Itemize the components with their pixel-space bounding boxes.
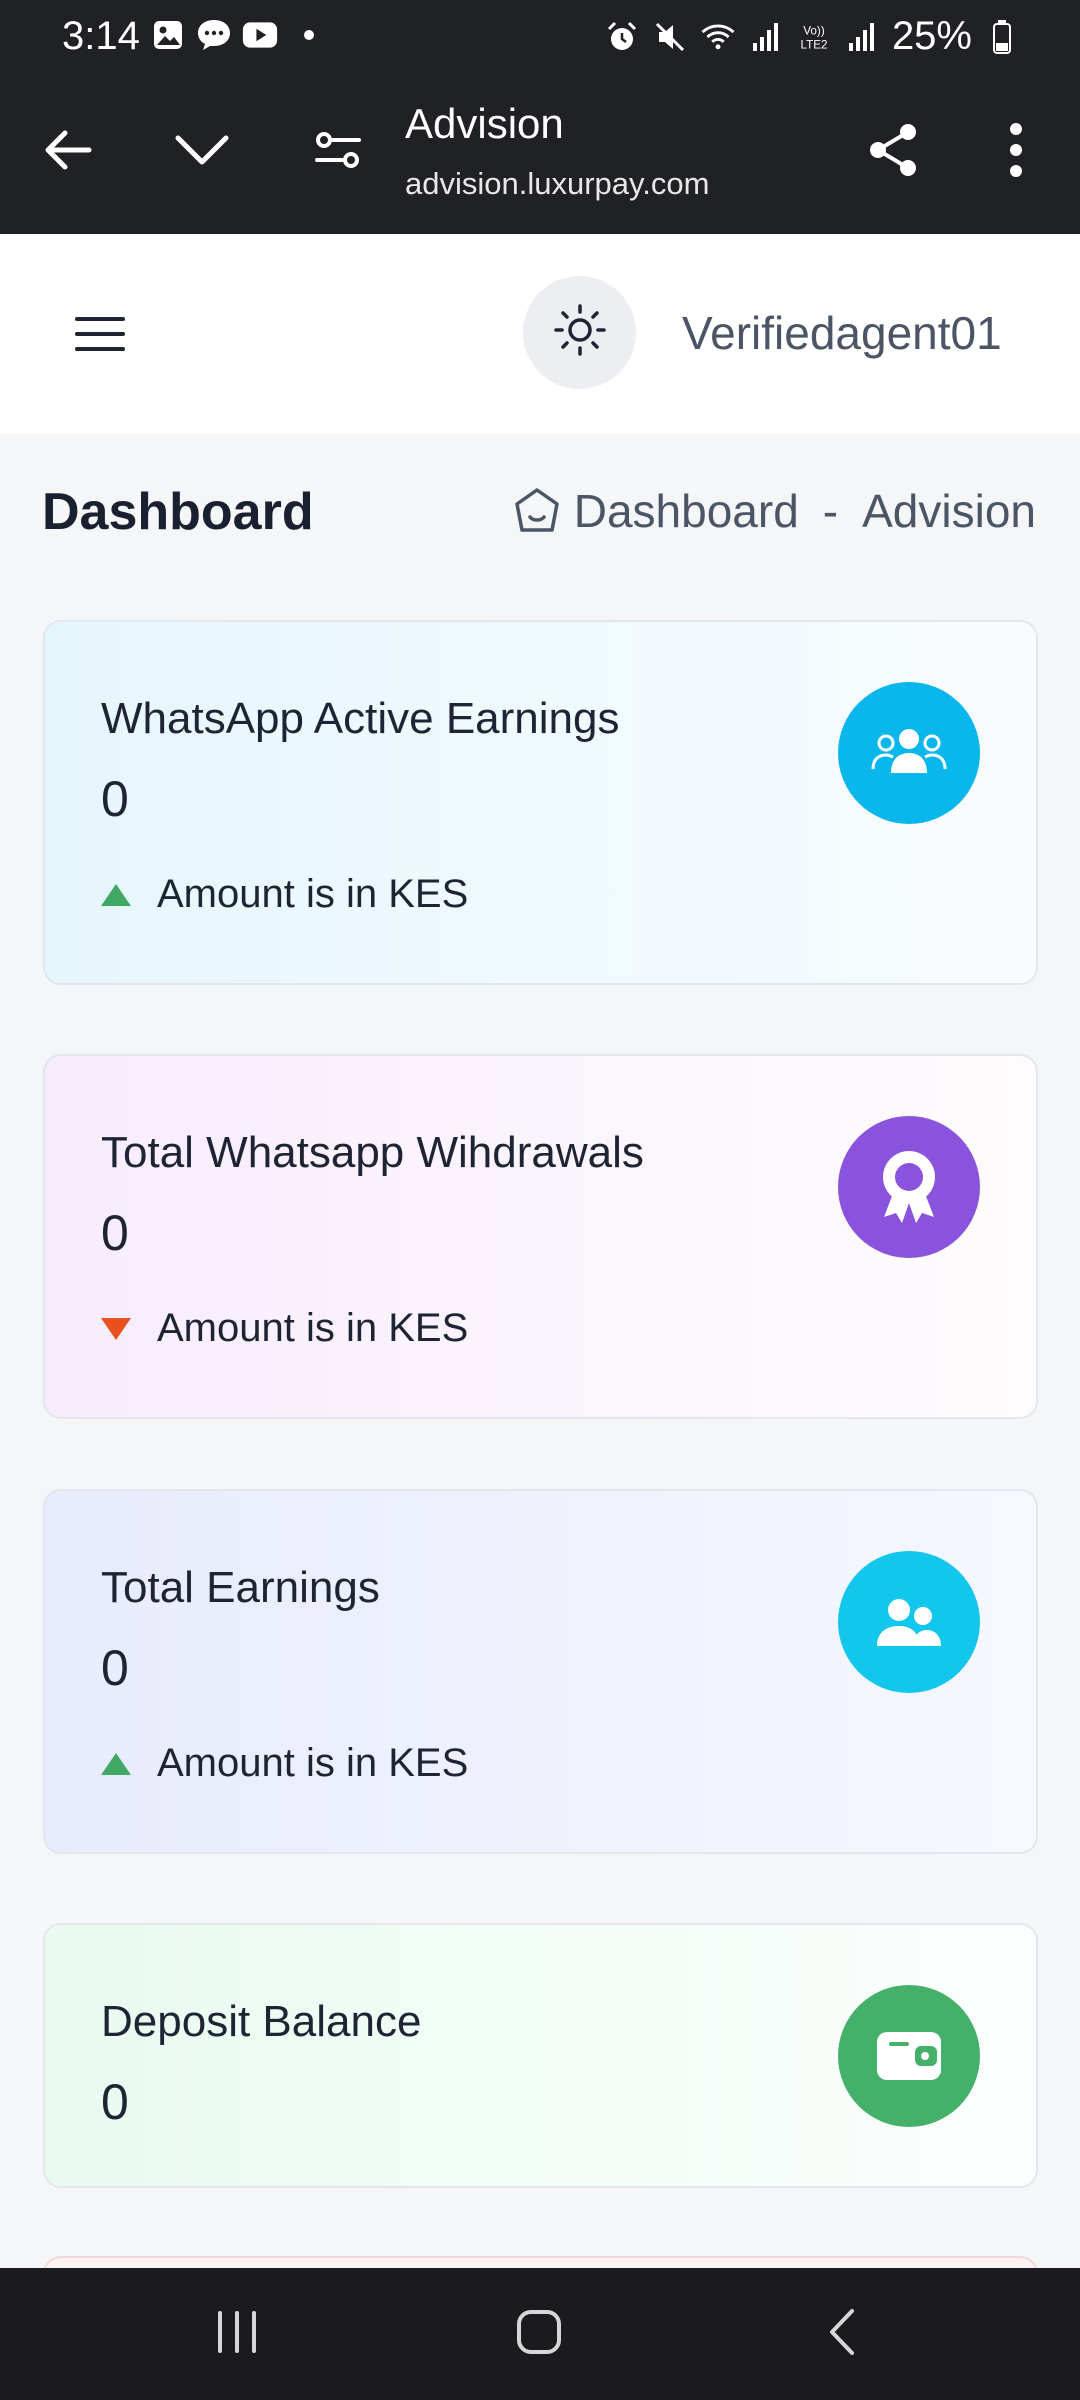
trend-up-icon — [101, 883, 131, 906]
card-title: WhatsApp Active Earnings — [101, 694, 620, 743]
battery-percent: 25% — [891, 14, 972, 58]
arrow-left-icon — [41, 123, 95, 182]
card-title: Total Earnings — [101, 1563, 380, 1612]
card-note: Amount is in KES — [101, 1741, 468, 1786]
more-vertical-icon — [1008, 122, 1024, 182]
youtube-icon — [242, 18, 278, 52]
user-group-icon — [838, 1551, 980, 1693]
app-header: Verifiedagent01 — [0, 234, 1080, 434]
card-value: 0 — [101, 1640, 129, 1696]
users-icon — [838, 682, 980, 824]
status-bar: 3:14 Vo)) LTE2 25% — [0, 0, 1080, 78]
signal-icon — [748, 20, 784, 54]
minimize-button[interactable] — [162, 112, 242, 192]
message-icon — [196, 18, 232, 52]
sun-icon — [553, 303, 607, 362]
breadcrumb-current[interactable]: Dashboard — [574, 484, 799, 538]
card-total-whatsapp-withdrawals: Total Whatsapp Wihdrawals 0 Amount is in… — [43, 1054, 1038, 1419]
status-time: 3:14 — [62, 14, 140, 58]
system-nav-bar — [0, 2268, 1080, 2400]
wallet-icon — [838, 1985, 980, 2127]
trend-up-icon — [101, 1752, 131, 1775]
award-icon — [838, 1116, 980, 1258]
system-icons: Vo)) LTE2 25% — [604, 14, 1020, 59]
hamburger-icon — [75, 316, 125, 357]
breadcrumb: Dashboard - Advision — [512, 484, 1036, 538]
share-icon — [866, 122, 922, 183]
alarm-icon — [604, 20, 640, 54]
home-icon — [512, 486, 562, 536]
site-settings-button[interactable] — [298, 112, 378, 192]
card-title: Deposit Balance — [101, 1997, 422, 2046]
card-whatsapp-active-earnings: WhatsApp Active Earnings 0 Amount is in … — [43, 620, 1038, 985]
card-total-earnings: Total Earnings 0 Amount is in KES — [43, 1489, 1038, 1854]
card-note-text: Amount is in KES — [157, 1306, 469, 1350]
site-title: Advision — [405, 100, 564, 147]
breadcrumb-separator: - — [822, 485, 839, 537]
chevron-down-icon — [174, 130, 230, 175]
wifi-icon — [700, 20, 736, 54]
card-value: 0 — [101, 771, 129, 827]
more-options-button[interactable] — [976, 112, 1056, 192]
card-note-text: Amount is in KES — [157, 1741, 469, 1785]
trend-down-icon — [101, 1317, 131, 1340]
site-url[interactable]: advision.luxurpay.com — [405, 166, 709, 202]
home-square-icon — [514, 2307, 564, 2362]
svg-text:LTE2: LTE2 — [800, 38, 827, 51]
menu-button[interactable] — [60, 296, 140, 376]
chevron-left-icon — [824, 2307, 858, 2362]
svg-text:Vo)): Vo)) — [803, 24, 825, 37]
theme-toggle-button[interactable] — [523, 276, 636, 389]
volte-icon: Vo)) LTE2 — [796, 20, 832, 54]
card-title: Total Whatsapp Wihdrawals — [101, 1128, 644, 1177]
card-deposit-balance: Deposit Balance 0 — [43, 1923, 1038, 2188]
recent-apps-icon — [214, 2309, 260, 2360]
card-note-text: Amount is in KES — [157, 872, 469, 916]
page-title: Dashboard — [42, 483, 314, 541]
recent-apps-button[interactable] — [192, 2294, 282, 2374]
signal-icon — [844, 20, 880, 54]
home-button[interactable] — [494, 2294, 584, 2374]
card-value: 0 — [101, 1205, 129, 1261]
battery-icon — [984, 19, 1020, 54]
browser-toolbar: Advision advision.luxurpay.com — [0, 78, 1080, 234]
mute-icon — [652, 20, 688, 54]
card-note: Amount is in KES — [101, 1306, 468, 1351]
card-note: Amount is in KES — [101, 872, 468, 917]
tune-icon — [313, 128, 363, 177]
breadcrumb-site[interactable]: Advision — [862, 484, 1036, 538]
gallery-icon — [150, 18, 186, 52]
username[interactable]: Verifiedagent01 — [682, 306, 1002, 360]
card-value: 0 — [101, 2074, 129, 2130]
notification-icons — [150, 18, 314, 52]
back-button[interactable] — [28, 112, 108, 192]
share-button[interactable] — [854, 112, 934, 192]
system-back-button[interactable] — [796, 2294, 886, 2374]
more-notifications-dot — [304, 30, 314, 40]
